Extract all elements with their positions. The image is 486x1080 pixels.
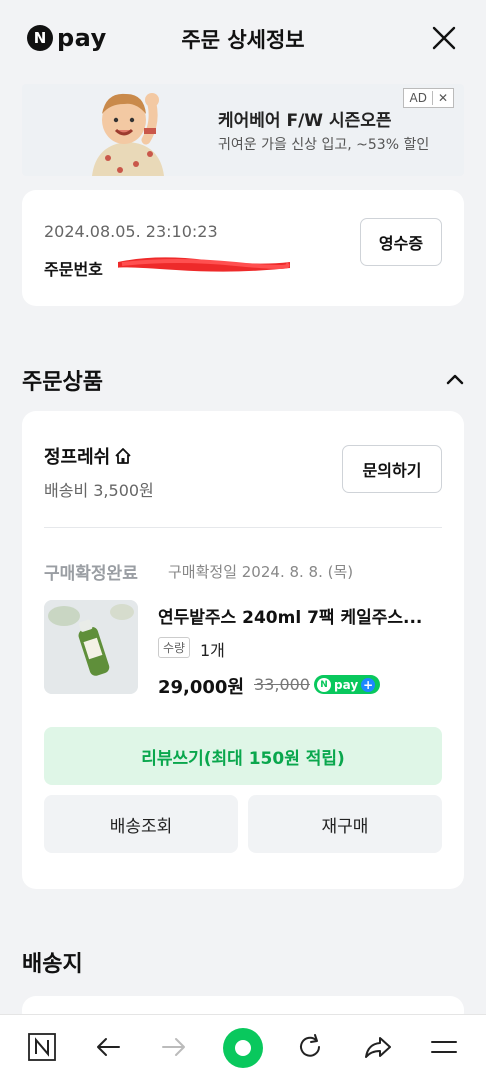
plus-icon: + bbox=[361, 677, 376, 692]
track-delivery-button[interactable]: 배송조회 bbox=[44, 795, 238, 853]
naver-home-icon[interactable] bbox=[26, 1031, 58, 1063]
ad-title: 케어베어 F/W 시즌오픈 bbox=[218, 111, 392, 131]
ad-banner[interactable]: 케어베어 F/W 시즌오픈 귀여운 가을 신상 입고, ~53% 할인 AD ✕ bbox=[22, 84, 464, 176]
delivery-section-title: 배송지 bbox=[22, 952, 83, 977]
green-dot-home-icon[interactable] bbox=[222, 1027, 264, 1069]
npay-plus-text: pay bbox=[334, 677, 359, 692]
chevron-up-icon[interactable] bbox=[444, 368, 466, 390]
order-info-card: 2024.08.05. 23:10:23 주문번호 영수증 bbox=[22, 190, 464, 306]
confirm-date: 구매확정일 2024. 8. 8. (목) bbox=[168, 563, 354, 581]
order-number-label: 주문번호 bbox=[44, 260, 103, 279]
share-icon[interactable] bbox=[362, 1031, 394, 1063]
ad-subtitle: 귀여운 가을 신상 입고, ~53% 할인 bbox=[218, 137, 430, 153]
forward-arrow-icon[interactable] bbox=[158, 1031, 190, 1063]
seller-name-row[interactable]: 정프레쉬 bbox=[44, 443, 133, 469]
seller-name: 정프레쉬 bbox=[44, 447, 111, 468]
ad-badge: AD ✕ bbox=[403, 88, 454, 108]
quantity: 1개 bbox=[200, 641, 225, 660]
inquiry-button[interactable]: 문의하기 bbox=[342, 445, 442, 493]
qty-label: 수량 bbox=[158, 637, 191, 658]
close-icon[interactable] bbox=[430, 24, 458, 52]
home-icon bbox=[115, 448, 131, 464]
browser-bottom-bar bbox=[0, 1014, 486, 1080]
product-name[interactable]: 연두밭주스 240ml 7팩 케일주스... bbox=[158, 603, 448, 628]
redaction-mark bbox=[117, 257, 290, 272]
menu-icon[interactable] bbox=[428, 1031, 460, 1063]
ad-close-icon[interactable]: ✕ bbox=[431, 91, 453, 105]
npay-plus-badge: N pay + bbox=[314, 675, 380, 694]
original-price: 33,000 bbox=[254, 675, 310, 694]
write-review-button[interactable]: 리뷰쓰기(최대 150원 적립) bbox=[44, 727, 442, 785]
receipt-button[interactable]: 영수증 bbox=[360, 218, 442, 266]
reorder-button[interactable]: 재구매 bbox=[248, 795, 442, 853]
product-thumbnail[interactable] bbox=[44, 600, 138, 694]
npay-n-icon: N bbox=[317, 677, 331, 692]
ad-child-image bbox=[86, 84, 170, 176]
ad-label: AD bbox=[409, 91, 427, 105]
price: 29,000원 bbox=[158, 677, 245, 698]
back-arrow-icon[interactable] bbox=[92, 1031, 124, 1063]
shipping-fee: 배송비 3,500원 bbox=[44, 481, 154, 500]
ordered-products-title: 주문상품 bbox=[22, 370, 103, 395]
ordered-product-card: 정프레쉬 배송비 3,500원 문의하기 구매확정완료 구매확정일 2024. … bbox=[22, 411, 464, 889]
app-header: N pay 주문 상세정보 bbox=[0, 0, 486, 76]
order-datetime: 2024.08.05. 23:10:23 bbox=[44, 222, 218, 241]
page-title: 주문 상세정보 bbox=[181, 28, 305, 52]
divider bbox=[44, 527, 442, 528]
order-status: 구매확정완료 bbox=[44, 564, 138, 584]
juice-bottle-image bbox=[44, 600, 138, 694]
refresh-icon[interactable] bbox=[294, 1031, 326, 1063]
